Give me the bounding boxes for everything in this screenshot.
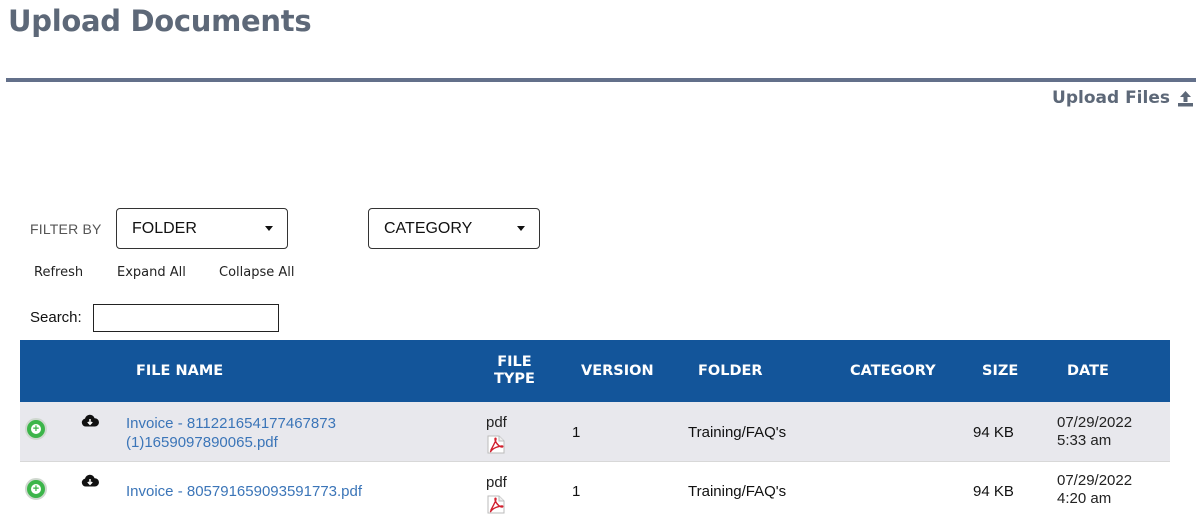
category-filter-dropdown[interactable]: CATEGORY xyxy=(368,208,540,249)
time-value: 5:33 am xyxy=(1057,432,1112,449)
folder-cell: Training/FAQ's xyxy=(688,483,787,500)
file-name-link[interactable]: Invoice - 805791659093591773.pdf xyxy=(126,482,362,501)
cloud-download-icon[interactable] xyxy=(81,414,99,433)
documents-table: FILE NAME FILE TYPE VERSION FOLDER CATEG… xyxy=(20,340,1170,518)
column-header-size[interactable]: SIZE xyxy=(982,340,1018,402)
expand-row-button[interactable]: + xyxy=(25,418,47,440)
expand-row-button[interactable]: + xyxy=(25,478,47,500)
version-cell: 1 xyxy=(572,424,581,441)
file-type-text: pdf xyxy=(486,474,507,491)
collapse-all-link[interactable]: Collapse All xyxy=(219,265,295,280)
refresh-link[interactable]: Refresh xyxy=(34,265,83,280)
column-header-file-type-line2: TYPE xyxy=(494,371,535,387)
folder-cell: Training/FAQ's xyxy=(688,424,787,441)
column-header-file-type[interactable]: FILE TYPE xyxy=(494,340,535,402)
title-divider xyxy=(6,78,1196,82)
upload-icon xyxy=(1177,90,1194,107)
folder-filter-value: FOLDER xyxy=(132,219,197,237)
expand-all-link[interactable]: Expand All xyxy=(117,265,186,280)
table-row: + Invoice - 805791659093591773.pdf pdf 1 xyxy=(20,462,1170,518)
date-value: 07/29/2022 xyxy=(1057,414,1133,431)
column-header-folder[interactable]: FOLDER xyxy=(698,340,763,402)
file-type-text: pdf xyxy=(486,414,507,431)
size-cell: 94 KB xyxy=(973,424,1014,441)
page-title: Upload Documents xyxy=(8,4,312,38)
column-header-date[interactable]: DATE xyxy=(1067,340,1109,402)
file-name-line2: (1)1659097890065.pdf xyxy=(126,434,278,451)
size-cell: 94 KB xyxy=(973,483,1014,500)
caret-down-icon xyxy=(265,226,273,231)
table-row: + Invoice - 811221654177467873 (1)165909… xyxy=(20,402,1170,462)
plus-icon: + xyxy=(31,482,41,495)
pdf-file-icon xyxy=(487,435,505,459)
file-name-line1: Invoice - 805791659093591773.pdf xyxy=(126,483,363,500)
table-header: FILE NAME FILE TYPE VERSION FOLDER CATEG… xyxy=(20,340,1170,402)
column-header-file-type-line1: FILE xyxy=(497,354,532,370)
filter-by-label: FILTER BY xyxy=(30,221,102,237)
date-cell: 07/29/2022 5:33 am xyxy=(1057,414,1132,450)
date-value: 07/29/2022 xyxy=(1057,472,1133,489)
file-name-link[interactable]: Invoice - 811221654177467873 (1)16590978… xyxy=(126,414,336,452)
category-filter-value: CATEGORY xyxy=(384,219,473,237)
upload-documents-page: Upload Documents Upload Files FILTER BY … xyxy=(0,0,1200,518)
folder-filter-dropdown[interactable]: FOLDER xyxy=(116,208,288,249)
search-input[interactable] xyxy=(93,304,279,332)
caret-down-icon xyxy=(517,226,525,231)
upload-files-label: Upload Files xyxy=(1052,88,1170,108)
upload-files-button[interactable]: Upload Files xyxy=(1052,88,1194,108)
search-label: Search: xyxy=(30,309,82,326)
date-cell: 07/29/2022 4:20 am xyxy=(1057,472,1132,508)
cloud-download-icon[interactable] xyxy=(81,474,99,493)
version-cell: 1 xyxy=(572,483,581,500)
file-name-line1: Invoice - 811221654177467873 xyxy=(126,415,336,432)
time-value: 4:20 am xyxy=(1057,490,1112,507)
pdf-file-icon xyxy=(487,495,505,518)
plus-icon: + xyxy=(31,422,41,435)
column-header-category[interactable]: CATEGORY xyxy=(850,340,936,402)
column-header-file-name[interactable]: FILE NAME xyxy=(136,340,223,402)
column-header-version[interactable]: VERSION xyxy=(581,340,654,402)
